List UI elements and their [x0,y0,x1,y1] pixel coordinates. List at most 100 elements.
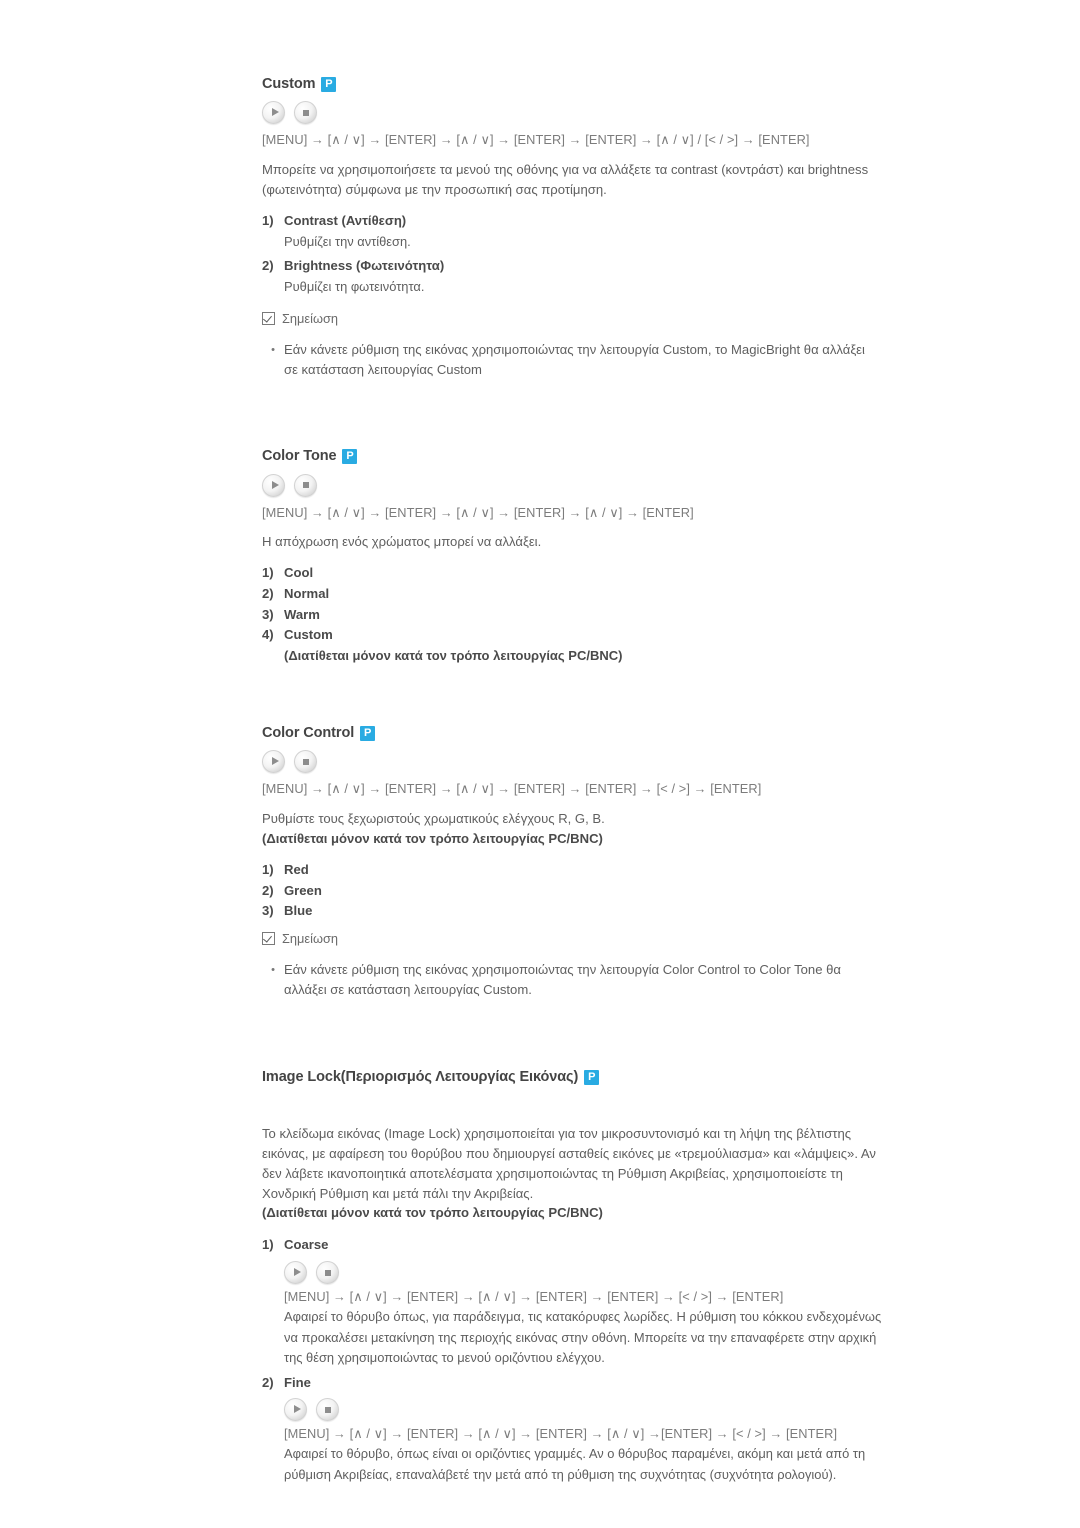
item-label: Warm [284,606,320,622]
numbered-list-image-lock: 1) Coarse [MENU] → [∧ / ∨] → [ENTER] → [… [262,1235,882,1485]
section-title: Color Tone [262,448,337,465]
list-item: 1) Red [262,860,882,881]
play-icon [272,757,279,766]
item-label: Green [284,882,322,898]
list-item: 2) Fine [MENU] → [∧ / ∨] → [ENTER] → [∧ … [262,1373,882,1486]
section-title: Color Control [262,724,355,741]
stop-button[interactable] [316,1261,339,1285]
media-buttons-fine [284,1398,882,1422]
item-number: 4) [262,627,274,643]
item-label: Red [284,861,309,877]
picture-badge-icon [321,77,337,93]
note-bullet: • Εάν κάνετε ρύθμιση της εικόνας χρησιμο… [262,340,882,381]
item-number: 1) [262,213,274,228]
section-color-control: Color Control [MENU] → [∧ / ∨] → [ENTER]… [262,725,882,1001]
section-color-tone: Color Tone [MENU] → [∧ / ∨] → [ENTER] → … [262,448,882,667]
item-number: 1) [262,1237,274,1253]
note-bullet: • Εάν κάνετε ρύθμιση της εικόνας χρησιμο… [262,960,882,1001]
media-buttons-custom [262,101,882,125]
stop-button[interactable] [294,750,317,774]
item-number: 2) [262,882,274,898]
play-button[interactable] [262,473,285,497]
item-number: 2) [262,258,274,274]
section-heading-color-tone: Color Tone [262,448,882,465]
item-label: Contrast (Αντίθεση) [284,213,407,228]
key-sequence: [MENU] → [∧ / ∨] → [ENTER] → [∧ / ∨] → [… [262,132,810,148]
play-icon [294,1268,301,1277]
item-number: 2) [262,1374,274,1390]
stop-button[interactable] [294,473,317,497]
note-bullet-text: Εάν κάνετε ρύθμιση της εικόνας χρησιμοπο… [284,341,865,377]
key-sequence: [MENU] → [∧ / ∨] → [ENTER] → [∧ / ∨] → [… [262,781,762,797]
note-checkbox-icon [262,311,275,325]
item-label: Coarse [284,1237,329,1253]
key-sequence: [MENU] → [∧ / ∨] → [ENTER] → [∧ / ∨] → [… [284,1289,784,1305]
play-icon [272,480,279,489]
item-label: Blue [284,903,313,919]
section-paragraph: Μπορείτε να χρησιμοποιήσετε τα μενού της… [262,162,869,198]
stop-button[interactable] [294,101,317,125]
note-header: Σημείωση [262,931,882,946]
item-description: Αφαιρεί το θόρυβο όπως, για παράδειγμα, … [284,1308,882,1366]
section-custom: Custom [MENU] → [∧ / ∨] → [ENTER] → [∧ /… [262,76,882,380]
numbered-list-custom: 1) Contrast (Αντίθεση) Ρυθμίζει την αντί… [262,211,882,298]
stop-icon [302,109,309,116]
item-label: Custom [284,627,333,643]
stop-icon [302,482,309,489]
list-item: 3) Blue [262,901,882,922]
item-number: 1) [262,861,274,877]
item-label: Normal [284,586,330,602]
note-title: Σημείωση [282,310,338,326]
play-button[interactable] [284,1398,307,1422]
list-item: 4) Custom (Διατίθεται μόνον κατά τον τρό… [262,625,882,666]
numbered-list-color-tone: 1) Cool 2) Normal 3) Warm 4) Custom (Δια [262,563,882,667]
play-icon [272,108,279,117]
note-header: Σημείωση [262,311,882,326]
bullet-dot-icon: • [271,343,275,356]
item-number: 1) [262,565,274,581]
list-item: 1) Contrast (Αντίθεση) Ρυθμίζει την αντί… [262,211,882,252]
picture-badge-icon [584,1069,600,1085]
section-availability-note: (Διατίθεται μόνον κατά τον τρόπο λειτουρ… [262,1205,603,1221]
stop-icon [324,1406,331,1413]
document-content: Custom [MENU] → [∧ / ∨] → [ENTER] → [∧ /… [262,0,882,1486]
list-item: 1) Cool [262,563,882,584]
section-heading-color-control: Color Control [262,725,882,742]
play-button[interactable] [262,101,285,125]
play-button[interactable] [262,750,285,774]
item-description: Ρυθμίζει την αντίθεση. [284,233,411,249]
note-title: Σημείωση [282,930,338,946]
stop-icon [324,1269,331,1276]
section-heading-image-lock: Image Lock(Περιορισμός Λειτουργίας Εικόν… [262,1069,882,1086]
item-availability-note: (Διατίθεται μόνον κατά τον τρόπο λειτουρ… [284,648,623,664]
stop-button[interactable] [316,1398,339,1422]
numbered-list-color-control: 1) Red 2) Green 3) Blue [262,860,882,922]
item-label: Fine [284,1374,311,1390]
play-icon [294,1405,301,1414]
section-paragraph: Το κλείδωμα εικόνας (Image Lock) χρησιμο… [262,1125,876,1201]
note-bullet-text: Εάν κάνετε ρύθμιση της εικόνας χρησιμοπο… [284,961,841,998]
media-buttons-coarse [284,1261,882,1285]
list-item: 3) Warm [262,605,882,626]
item-number: 2) [262,586,274,602]
picture-badge-icon [360,726,376,742]
section-availability-note: (Διατίθεται μόνον κατά τον τρόπο λειτουρ… [262,830,603,846]
play-button[interactable] [284,1261,307,1285]
stop-icon [302,758,309,765]
item-number: 3) [262,606,274,622]
list-item: 1) Coarse [MENU] → [∧ / ∨] → [ENTER] → [… [262,1235,882,1368]
note-checkbox-icon [262,931,275,945]
item-description: Αφαιρεί το θόρυβο, όπως είναι οι οριζόντ… [284,1446,866,1482]
item-number: 3) [262,903,274,919]
section-title: Custom [262,76,316,92]
picture-badge-icon [342,449,358,465]
section-paragraph: Ρυθμίστε τους ξεχωριστούς χρωματικούς ελ… [262,811,605,827]
media-buttons-color-tone [262,473,882,497]
item-label: Cool [284,565,314,581]
media-buttons-color-control [262,750,882,774]
item-description: Ρυθμίζει τη φωτεινότητα. [284,279,425,295]
section-heading-custom: Custom [262,76,882,93]
key-sequence: [MENU] → [∧ / ∨] → [ENTER] → [∧ / ∨] → [… [262,504,694,520]
section-paragraph: Η απόχρωση ενός χρώματος μπορεί να αλλάξ… [262,534,542,550]
section-title: Image Lock(Περιορισμός Λειτουργίας Εικόν… [262,1068,579,1085]
